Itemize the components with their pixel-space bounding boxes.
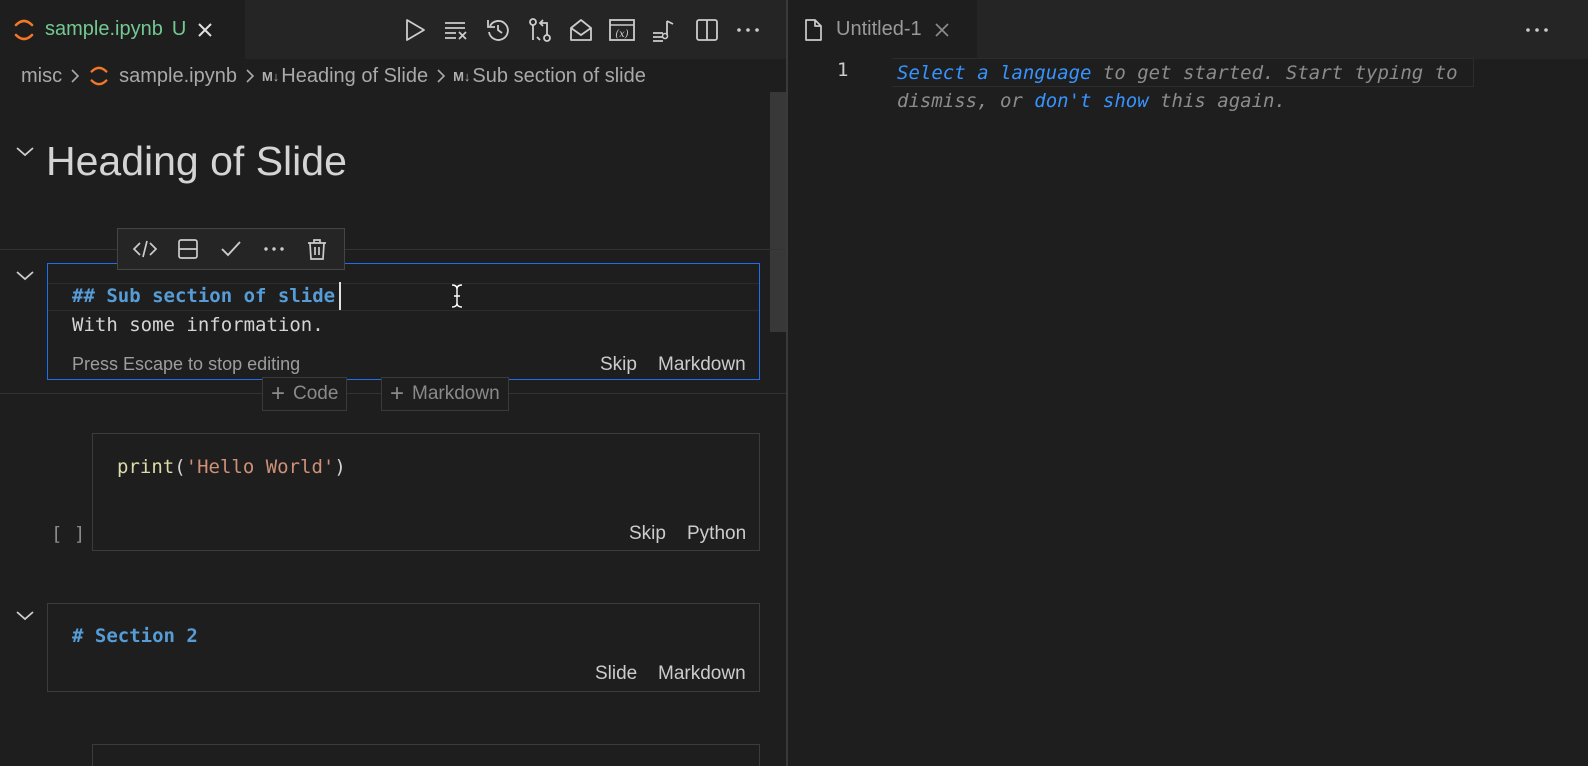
tab-bar: Untitled-1 <box>788 0 1588 59</box>
chevron-down-icon[interactable] <box>14 144 36 160</box>
cell-language-selector[interactable]: Markdown <box>658 354 746 376</box>
breadcrumb-item-subsection[interactable]: Sub section of slide <box>472 65 645 88</box>
cell-toolbar <box>117 228 345 270</box>
markdown-icon: M↓ <box>453 68 471 84</box>
close-icon[interactable] <box>934 22 950 38</box>
breadcrumb-item-heading[interactable]: Heading of Slide <box>281 65 428 88</box>
untracked-status-badge: U <box>171 18 187 40</box>
markdown-cell[interactable]: # Section 2 Slide Markdown <box>47 603 760 692</box>
add-markdown-cell-button[interactable]: + Markdown <box>381 377 509 411</box>
tab-sample-ipynb[interactable]: sample.ipynb U <box>0 0 245 59</box>
more-actions-icon[interactable] <box>734 16 762 44</box>
vertical-scrollbar[interactable] <box>770 92 786 332</box>
breadcrumb: misc sample.ipynb M↓ Heading of Slide M↓… <box>0 59 786 93</box>
tab-label: Untitled-1 <box>836 18 922 40</box>
more-icon[interactable] <box>258 233 290 265</box>
execution-count[interactable]: [ ] <box>51 523 85 545</box>
string-token: 'Hello World' <box>185 456 335 478</box>
notebook-editor-group: sample.ipynb U (x) misc sample.ipynb M↓ … <box>0 0 786 766</box>
code-source-line[interactable]: print('Hello World') <box>117 456 346 478</box>
markdown-cell-editor[interactable]: ## Sub section of slide With some inform… <box>47 263 760 380</box>
slide-type-selector[interactable]: Skip <box>600 354 637 376</box>
tab-untitled-1[interactable]: Untitled-1 <box>788 0 977 59</box>
clear-outputs-icon[interactable] <box>442 16 470 44</box>
breadcrumb-item-file[interactable]: sample.ipynb <box>119 65 237 88</box>
restart-icon[interactable] <box>484 16 512 44</box>
code-icon[interactable] <box>129 233 161 265</box>
outline-icon[interactable] <box>650 16 678 44</box>
plus-icon: + <box>390 380 405 407</box>
run-all-icon[interactable] <box>401 16 429 44</box>
markdown-source-line[interactable]: # Section 2 <box>72 625 198 647</box>
code-cell-editor[interactable] <box>92 744 760 766</box>
chevron-down-icon[interactable] <box>14 608 36 624</box>
tab-bar: sample.ipynb U (x) <box>0 0 786 59</box>
markdown-source-line[interactable]: ## Sub section of slide <box>72 285 335 307</box>
more-actions-icon[interactable] <box>1523 16 1551 44</box>
svg-text:(x): (x) <box>615 29 629 40</box>
text-editor-group: Untitled-1 1 Select a language to get st… <box>788 0 1588 766</box>
select-language-link[interactable]: Select a language <box>897 62 1091 84</box>
dont-show-link[interactable]: don't show <box>1034 90 1148 112</box>
cell-language-selector[interactable]: Markdown <box>658 663 746 685</box>
source-control-compare-icon[interactable] <box>526 16 554 44</box>
markdown-icon: M↓ <box>261 68 280 84</box>
trash-icon[interactable] <box>301 233 333 265</box>
chevron-right-icon <box>70 69 80 83</box>
line-number: 1 <box>837 59 849 81</box>
add-code-label: Code <box>293 383 339 404</box>
function-token: print <box>117 456 175 478</box>
split-editor-icon[interactable] <box>693 16 721 44</box>
plus-icon: + <box>271 380 286 407</box>
slide-type-selector[interactable]: Skip <box>629 523 666 545</box>
paren-token: ) <box>334 456 346 478</box>
notebook-heading: Heading of Slide <box>46 138 347 184</box>
check-icon[interactable] <box>215 233 247 265</box>
split-cell-icon[interactable] <box>172 233 204 265</box>
paren-token: ( <box>174 456 186 478</box>
mouse-cursor-ibeam <box>450 283 464 309</box>
add-markdown-label: Markdown <box>412 383 500 404</box>
jupyter-icon <box>89 65 109 87</box>
add-code-cell-button[interactable]: + Code <box>262 377 348 411</box>
close-icon[interactable] <box>196 21 214 39</box>
jupyter-icon <box>13 18 35 42</box>
tab-label: sample.ipynb <box>45 18 163 40</box>
file-icon <box>803 18 823 42</box>
chevron-right-icon <box>436 69 446 83</box>
markdown-source-line[interactable]: With some information. <box>72 314 324 336</box>
code-cell-editor[interactable]: print('Hello World') Skip Python <box>92 433 760 551</box>
chevron-down-icon[interactable] <box>14 268 36 284</box>
cell-language-selector[interactable]: Python <box>687 523 746 545</box>
empty-editor-hint: Select a language to get started. Start … <box>897 59 1497 115</box>
chevron-right-icon <box>245 69 255 83</box>
editing-hint: Press Escape to stop editing <box>72 354 301 374</box>
hint-text-2: this again. <box>1148 90 1286 112</box>
variables-icon[interactable]: (x) <box>608 16 636 44</box>
slide-type-selector[interactable]: Slide <box>595 663 637 685</box>
breadcrumb-item-misc[interactable]: misc <box>21 65 62 88</box>
open-in-interactive-icon[interactable] <box>567 16 595 44</box>
text-cursor <box>339 282 341 310</box>
